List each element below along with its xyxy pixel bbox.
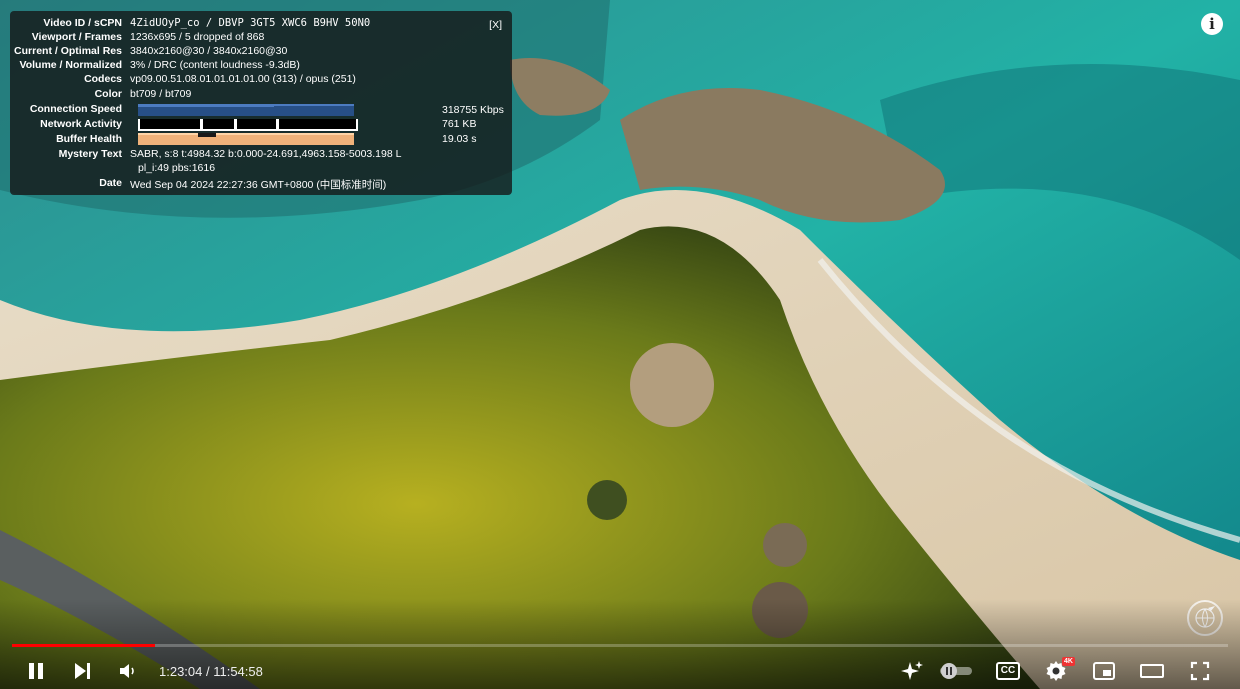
stats-label: Color [94, 88, 122, 100]
stats-row-video-id: Video ID / sCPN 4ZidUOyP_co / DBVP 3GT5 … [10, 17, 370, 29]
video-player[interactable]: [X] Video ID / sCPN 4ZidUOyP_co / DBVP 3… [0, 0, 1240, 689]
fullscreen-button[interactable] [1184, 655, 1216, 687]
miniplayer-button[interactable] [1088, 655, 1120, 687]
stats-label: Viewport / Frames [31, 31, 122, 43]
theater-icon [1140, 664, 1164, 678]
stats-row-mystery-text: Mystery Text SABR, s:8 t:4984.32 b:0.000… [10, 148, 402, 160]
stats-row-buffer-health: Buffer Health [10, 133, 130, 145]
network-activity-value: 761 KB [442, 118, 477, 130]
stats-value: bt709 / bt709 [130, 88, 192, 100]
volume-button[interactable] [112, 655, 144, 687]
connection-speed-graph [138, 104, 354, 116]
autoplay-toggle[interactable] [938, 655, 974, 687]
stats-label: Video ID / sCPN [43, 17, 122, 29]
graph-spike [234, 119, 237, 131]
time-display: 1:23:04 / 11:54:58 [159, 664, 263, 679]
stats-row-color: Color bt709 / bt709 [10, 88, 192, 100]
graph-gap [198, 133, 216, 137]
next-icon [75, 663, 90, 679]
pause-button[interactable] [20, 655, 52, 687]
stats-row-network-activity: Network Activity [10, 118, 130, 130]
graph-line [138, 133, 354, 135]
stats-close-button[interactable]: [X] [489, 19, 502, 31]
autoplay-toggle-icon [940, 663, 972, 679]
stats-value: 1236x695 / 5 dropped of 868 [130, 31, 265, 43]
connection-speed-value: 318755 Kbps [442, 104, 504, 116]
stats-label: Volume / Normalized [19, 59, 123, 71]
progress-bar[interactable] [12, 644, 1228, 647]
network-activity-graph [138, 119, 358, 131]
stats-row-viewport: Viewport / Frames 1236x695 / 5 dropped o… [10, 31, 265, 43]
buffer-health-graph [138, 133, 354, 145]
progress-bar-played [12, 644, 156, 647]
stats-row-mystery-text-cont: pl_i:49 pbs:1616 [138, 162, 215, 174]
stats-label: Current / Optimal Res [14, 45, 122, 57]
stats-row-codecs: Codecs vp09.00.51.08.01.01.01.01.00 (313… [10, 73, 356, 85]
stats-label: Mystery Text [58, 148, 122, 160]
graph-spike [200, 119, 203, 131]
stats-value: 4ZidUOyP_co / DBVP 3GT5 XWC6 B9HV 50N0 [130, 17, 371, 29]
volume-icon [120, 664, 134, 678]
stats-value: 3840x2160@30 / 3840x2160@30 [130, 45, 288, 57]
stats-label: Buffer Health [56, 133, 122, 145]
stats-value: SABR, s:8 t:4984.32 b:0.000-24.691,4963.… [130, 148, 402, 160]
stats-label: Connection Speed [29, 103, 122, 115]
stats-label: Codecs [84, 73, 122, 85]
captions-icon: CC [995, 662, 1021, 680]
graph-baseline [140, 129, 356, 131]
stats-value: vp09.00.51.08.01.01.01.01.00 (313) / opu… [130, 73, 356, 85]
miniplayer-icon [1093, 662, 1115, 680]
stats-row-volume: Volume / Normalized 3% / DRC (content lo… [10, 59, 300, 71]
info-icon[interactable]: i [1201, 13, 1223, 35]
sparkle-icon [901, 661, 923, 680]
fullscreen-icon [1190, 661, 1210, 681]
quality-badge: 4K [1062, 657, 1075, 666]
pause-icon [29, 663, 43, 679]
next-button[interactable] [66, 655, 98, 687]
stats-row-resolution: Current / Optimal Res 3840x2160@30 / 384… [10, 45, 287, 57]
ai-features-button[interactable] [896, 655, 928, 687]
stats-for-nerds-panel: [X] Video ID / sCPN 4ZidUOyP_co / DBVP 3… [10, 11, 512, 195]
stats-value: Wed Sep 04 2024 22:27:36 GMT+0800 (中国标准时… [130, 179, 387, 191]
graph-line [138, 104, 274, 107]
stats-label: Date [99, 177, 122, 189]
stats-label: Network Activity [40, 118, 122, 130]
graph-spike [276, 119, 279, 131]
stats-value: 3% / DRC (content loudness -9.3dB) [130, 59, 300, 71]
buffer-health-value: 19.03 s [442, 133, 477, 145]
stats-row-date: Date Wed Sep 04 2024 22:27:36 GMT+0800 (… [10, 177, 386, 192]
theater-mode-button[interactable] [1136, 655, 1168, 687]
graph-line [274, 104, 354, 106]
stats-value: pl_i:49 pbs:1616 [138, 162, 216, 174]
stats-row-connection-speed: Connection Speed [10, 103, 130, 115]
captions-button[interactable]: CC [992, 655, 1024, 687]
